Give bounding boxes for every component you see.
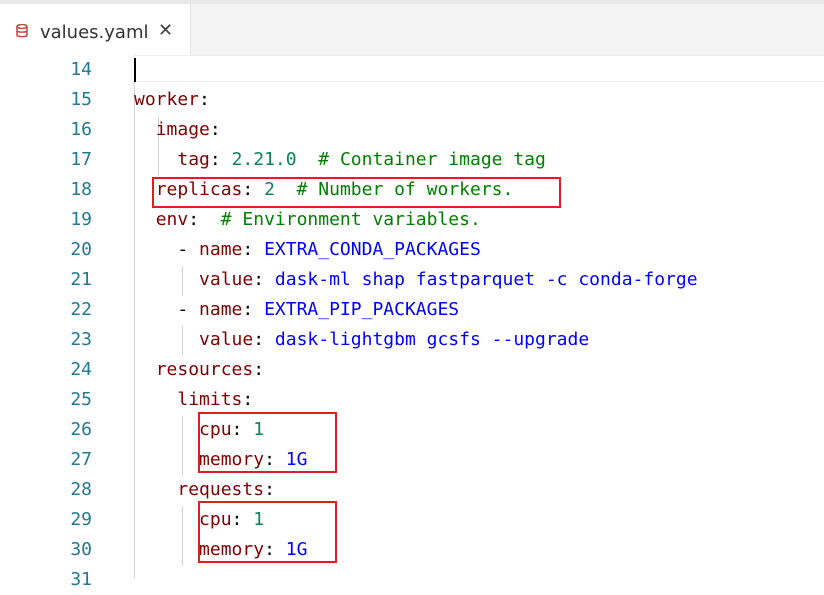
line-number: 30 [70, 539, 92, 560]
code-line[interactable]: 16 image: [0, 115, 824, 145]
close-icon[interactable]: ✕ [158, 20, 173, 41]
code-line[interactable]: 31 [0, 565, 824, 595]
yaml-key: worker [134, 89, 200, 110]
text-caret [134, 58, 136, 82]
code-line[interactable]: 26 cpu: 1 [0, 415, 824, 445]
yaml-separator: : [242, 389, 254, 410]
yaml-key: requests [177, 479, 265, 500]
line-number: 17 [70, 149, 92, 170]
yaml-comment: # Container image tag [296, 149, 546, 170]
highlight-box-requests [198, 501, 337, 563]
tab-bar: values.yaml ✕ [0, 0, 824, 56]
indent: - [134, 239, 200, 260]
code-line[interactable]: 25 limits: [0, 385, 824, 415]
code-text: value: dask-lightgbm gcsfs --upgrade [134, 325, 589, 355]
code-line[interactable]: 19 env: # Environment variables. [0, 205, 824, 235]
line-number: 23 [70, 329, 92, 350]
code-line[interactable]: 17 tag: 2.21.0 # Container image tag [0, 145, 824, 175]
code-text: value: dask-ml shap fastparquet -c conda… [134, 265, 698, 295]
current-line-highlight [134, 55, 824, 82]
code-text: - name: EXTRA_PIP_PACKAGES [134, 295, 459, 325]
code-line[interactable]: 29 cpu: 1 [0, 505, 824, 535]
indent: - [134, 299, 200, 320]
line-number: 22 [70, 299, 92, 320]
yaml-value: dask-lightgbm gcsfs --upgrade [274, 329, 590, 350]
yaml-value: EXTRA_CONDA_PACKAGES [264, 239, 481, 260]
yaml-comment: # Environment variables. [199, 209, 481, 230]
yaml-key: env [155, 209, 189, 230]
line-number: 27 [70, 449, 92, 470]
code-line[interactable]: 28 requests: [0, 475, 824, 505]
yaml-key: name [199, 299, 243, 320]
yaml-key: value [199, 269, 254, 290]
code-line[interactable]: 27 memory: 1G [0, 445, 824, 475]
code-editor[interactable]: 14 15 worker: 16 image: 17 tag: 2.21.0 # Con… [0, 55, 824, 590]
yaml-key: value [199, 329, 254, 350]
highlight-box-replicas [152, 177, 561, 208]
code-line[interactable]: 30 memory: 1G [0, 535, 824, 565]
code-line[interactable]: 20 - name: EXTRA_CONDA_PACKAGES [0, 235, 824, 265]
yaml-separator: : [253, 269, 275, 290]
code-text: env: # Environment variables. [134, 205, 481, 235]
yaml-separator: : [209, 119, 221, 140]
line-number: 21 [70, 269, 92, 290]
yaml-key: tag [177, 149, 210, 170]
code-text: limits: [134, 385, 253, 415]
yaml-separator: : [242, 299, 265, 320]
yaml-value: EXTRA_PIP_PACKAGES [264, 299, 460, 320]
yaml-key: limits [177, 389, 243, 410]
line-number: 26 [70, 419, 92, 440]
line-number: 15 [70, 89, 92, 110]
yaml-separator: : [209, 149, 232, 170]
line-number: 25 [70, 389, 92, 410]
yaml-value: 2.21.0 [231, 149, 297, 170]
yaml-key: name [199, 239, 243, 260]
yaml-separator: : [253, 329, 275, 350]
yaml-separator: : [264, 479, 275, 500]
code-line[interactable]: 21 value: dask-ml shap fastparquet -c co… [0, 265, 824, 295]
highlight-box-limits [198, 412, 337, 473]
database-icon [16, 24, 28, 38]
line-number: 24 [70, 359, 92, 380]
code-line[interactable]: 24 resources: [0, 355, 824, 385]
line-number: 29 [70, 509, 92, 530]
code-text: image: [134, 115, 221, 145]
code-text: - name: EXTRA_CONDA_PACKAGES [134, 235, 481, 265]
yaml-separator: : [242, 239, 265, 260]
yaml-separator: : [199, 89, 210, 110]
line-number: 18 [70, 179, 92, 200]
tab-label: values.yaml [40, 22, 149, 43]
line-number: 31 [70, 569, 92, 590]
line-number: 20 [70, 239, 92, 260]
code-text: tag: 2.21.0 # Container image tag [134, 145, 546, 175]
code-line[interactable]: 14 [0, 55, 824, 85]
code-line[interactable]: 15 worker: [0, 85, 824, 115]
yaml-value: dask-ml shap fastparquet -c conda-forge [274, 269, 698, 290]
code-line[interactable]: 22 - name: EXTRA_PIP_PACKAGES [0, 295, 824, 325]
yaml-key: image [155, 119, 210, 140]
line-number: 14 [70, 59, 92, 80]
code-text: resources: [134, 355, 264, 385]
code-line[interactable]: 23 value: dask-lightgbm gcsfs --upgrade [0, 325, 824, 355]
tab-values-yaml[interactable]: values.yaml ✕ [0, 4, 191, 56]
yaml-separator: : [253, 359, 265, 380]
line-number: 19 [70, 209, 92, 230]
yaml-key: resources [155, 359, 254, 380]
line-number: 28 [70, 479, 92, 500]
code-text: worker: [134, 85, 210, 115]
yaml-separator: : [188, 209, 200, 230]
line-number: 16 [70, 119, 92, 140]
